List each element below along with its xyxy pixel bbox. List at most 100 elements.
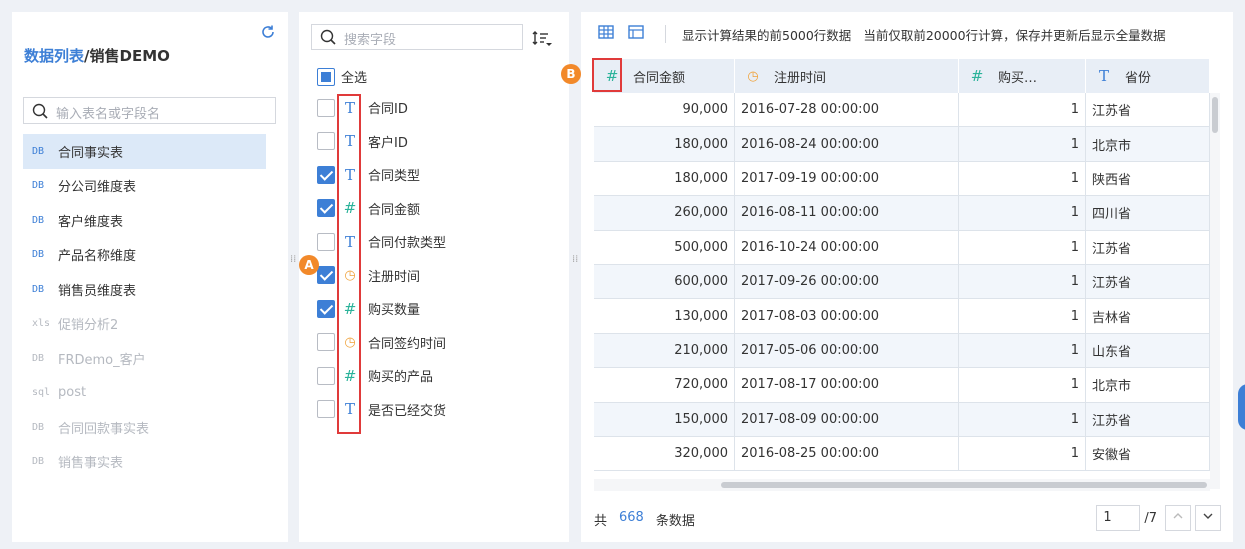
page-title: 数据列表/销售DEMO <box>24 45 170 66</box>
table-row: 130,000 2017-08-03 00:00:00 1 吉林省 <box>594 299 1210 334</box>
table-cell: 2017-09-26 00:00:00 <box>735 264 959 299</box>
grid-header: # 合同金额 ◷ 注册时间 # 购买… T 省份 <box>594 59 1210 93</box>
table-cell: 180,000 <box>594 127 735 161</box>
table-list-item[interactable]: DB 合同事实表 <box>23 134 266 169</box>
field-label: 是否已经交货 <box>368 403 447 419</box>
table-list-item-label: post <box>58 385 87 401</box>
table-row: 320,000 2016-08-25 00:00:00 1 安徽省 <box>594 436 1210 472</box>
splitter-handle-right[interactable]: ⁞⁞ <box>572 255 578 272</box>
marker-b: B <box>561 64 581 84</box>
data-preview-panel: 显示计算结果的前5000行数据 当前仅取前20000行计算，保存并更新后显示全量… <box>561 12 1233 542</box>
field-label: 合同签约时间 <box>368 336 447 352</box>
table-row: 150,000 2017-08-09 00:00:00 1 江苏省 <box>594 402 1210 437</box>
table-row: 260,000 2016-08-11 00:00:00 1 四川省 <box>594 196 1210 231</box>
field-checkbox[interactable] <box>317 199 335 218</box>
next-page-button[interactable] <box>1195 505 1221 531</box>
column-header[interactable]: # 购买… <box>959 59 1086 93</box>
table-cell: 1 <box>959 161 1086 196</box>
page-number-input[interactable]: 1 <box>1096 505 1141 531</box>
table-list-item[interactable]: sql post <box>23 376 266 411</box>
search-placeholder: 搜索字段 <box>344 33 397 48</box>
table-cell: 2017-08-03 00:00:00 <box>735 299 959 333</box>
table-list-item[interactable]: DB FRDemo_客户 <box>23 341 266 376</box>
table-search-input[interactable]: 输入表名或字段名 <box>23 97 276 124</box>
table-cell: 江苏省 <box>1086 230 1210 264</box>
excel-table-icon: xls <box>32 318 51 330</box>
field-checkbox[interactable] <box>317 366 335 385</box>
table-row: 600,000 2017-09-26 00:00:00 1 江苏省 <box>594 264 1210 300</box>
table-list-item[interactable]: DB 销售员维度表 <box>23 272 266 307</box>
row-count: 共 668 条数据 <box>594 510 695 529</box>
field-checkbox[interactable] <box>317 98 335 117</box>
table-row: 180,000 2017-09-19 00:00:00 1 陕西省 <box>594 161 1210 197</box>
search-icon <box>32 103 48 119</box>
field-checkbox[interactable] <box>317 165 335 184</box>
table-cell: 1 <box>959 127 1086 161</box>
table-list-item[interactable]: DB 合同回款事实表 <box>23 410 266 445</box>
field-checkbox[interactable] <box>317 400 335 419</box>
table-cell: 江苏省 <box>1086 264 1210 299</box>
database-table-icon: DB <box>32 249 45 261</box>
table-list-item[interactable]: DB 产品名称维度 <box>23 238 266 273</box>
table-list-item-label: FRDemo_客户 <box>58 352 146 368</box>
table-cell: 1 <box>959 264 1086 299</box>
field-label: 购买数量 <box>368 303 421 319</box>
table-cell: 山东省 <box>1086 333 1210 368</box>
database-table-icon: DB <box>32 352 45 364</box>
select-all-checkbox[interactable]: 全选 <box>317 67 367 86</box>
column-header[interactable]: T 省份 <box>1086 59 1210 93</box>
refresh-icon[interactable] <box>260 24 276 40</box>
table-list-panel: 数据列表/销售DEMO 输入表名或字段名 DB 合同事实表 DB 分公司维度表 DB 客户… <box>12 12 288 542</box>
table-list-item[interactable]: xls 促销分析2 <box>23 307 266 342</box>
table-cell: 210,000 <box>594 333 735 368</box>
table-cell: 2016-07-28 00:00:00 <box>735 93 959 127</box>
preview-toolbar: 显示计算结果的前5000行数据 当前仅取前20000行计算，保存并更新后显示全量… <box>581 12 1233 56</box>
field-search-input[interactable]: 搜索字段 <box>311 24 523 50</box>
field-label: 客户ID <box>368 135 408 151</box>
table-list-item[interactable]: DB 客户维度表 <box>23 203 266 238</box>
row-count-value: 668 <box>619 510 644 525</box>
vertical-scrollbar[interactable] <box>1210 93 1220 489</box>
table-list-item[interactable]: DB 销售事实表 <box>23 445 266 480</box>
field-checkbox[interactable] <box>317 333 335 352</box>
field-checkbox[interactable] <box>317 299 335 318</box>
database-table-icon: DB <box>32 145 45 157</box>
table-cell: 陕西省 <box>1086 161 1210 196</box>
horizontal-scrollbar[interactable] <box>594 479 1210 491</box>
table-view-icon[interactable] <box>595 23 617 45</box>
column-header[interactable]: ◷ 注册时间 <box>735 59 959 93</box>
table-cell: 90,000 <box>594 93 735 127</box>
prev-page-button[interactable] <box>1165 505 1191 531</box>
grid-body: 90,000 2016-07-28 00:00:00 1 江苏省 180,000 2016… <box>594 93 1210 472</box>
table-cell: 500,000 <box>594 230 735 264</box>
column-header-label: 购买… <box>998 70 1038 86</box>
table-row: 500,000 2016-10-24 00:00:00 1 江苏省 <box>594 230 1210 265</box>
field-checkbox[interactable] <box>317 266 335 285</box>
table-list-item-label: 产品名称维度 <box>58 249 137 265</box>
table-list-item-label: 合同回款事实表 <box>58 421 150 437</box>
title-link[interactable]: 数据列表 <box>24 47 84 65</box>
sort-icon[interactable] <box>531 28 553 50</box>
number-type-icon: # <box>970 67 984 85</box>
table-cell: 130,000 <box>594 299 735 333</box>
table-list-item[interactable]: DB 分公司维度表 <box>23 169 266 204</box>
layout-view-icon[interactable] <box>625 23 647 45</box>
table-cell: 2016-08-24 00:00:00 <box>735 127 959 161</box>
search-placeholder: 输入表名或字段名 <box>56 107 161 122</box>
field-checkbox[interactable] <box>317 132 335 151</box>
table-cell: 2016-10-24 00:00:00 <box>735 230 959 264</box>
table-row: 720,000 2017-08-17 00:00:00 1 北京市 <box>594 368 1210 403</box>
floating-assistant-button[interactable] <box>1238 384 1245 430</box>
field-list-panel: 搜索字段 全选 T 合同ID T 客户ID T 合同类型 # 合同金额 T 合同付款类型 ◷ 注册时间… <box>299 12 569 542</box>
table-cell: 1 <box>959 333 1086 368</box>
select-all-box[interactable] <box>317 67 335 86</box>
table-list-item-label: 合同事实表 <box>58 145 124 161</box>
table-cell: 1 <box>959 299 1086 333</box>
table-cell: 江苏省 <box>1086 93 1210 127</box>
field-checkbox[interactable] <box>317 232 335 251</box>
splitter-handle-left[interactable]: ⁞⁞ <box>290 255 296 272</box>
table-list-item-label: 销售员维度表 <box>58 283 137 299</box>
table-cell: 720,000 <box>594 368 735 402</box>
row-count-prefix: 共 <box>594 514 608 529</box>
sql-table-icon: sql <box>32 387 51 399</box>
